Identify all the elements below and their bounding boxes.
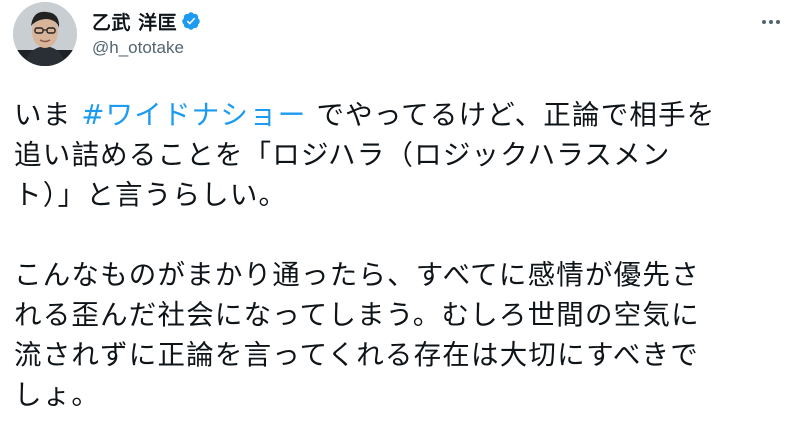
tweet: 乙武 洋匡 @h_ototake いま #ワイドナショー でやってるけど、正論で… bbox=[0, 0, 800, 428]
more-dot bbox=[776, 20, 780, 24]
text-line: 流されずに正論を言ってくれる存在は大切にすべきで bbox=[14, 339, 699, 371]
author-block: 乙武 洋匡 @h_ototake bbox=[92, 8, 201, 58]
more-dot bbox=[769, 20, 773, 24]
text-line: れる歪んだ社会になってしまう。むしろ世間の空気に bbox=[14, 299, 700, 331]
tweet-paragraph-2: こんなものがまかり通ったら、すべてに感情が優先さ れる歪んだ社会になってしまう。… bbox=[14, 255, 790, 415]
more-dot bbox=[762, 20, 766, 24]
text-line: いま #ワイドナショー でやってるけど、正論で相手を bbox=[14, 99, 716, 131]
profile-photo bbox=[13, 2, 77, 66]
text-line: ト）」と言うらしい。 bbox=[14, 179, 288, 211]
text-line: 追い詰めることを「ロジハラ（ロジックハラスメン bbox=[14, 139, 671, 171]
user-handle[interactable]: @h_ototake bbox=[92, 38, 201, 58]
display-name[interactable]: 乙武 洋匡 bbox=[92, 8, 177, 35]
text-line: こんなものがまかり通ったら、すべてに感情が優先さ bbox=[14, 259, 700, 291]
verified-badge-icon bbox=[181, 11, 201, 31]
name-row: 乙武 洋匡 bbox=[92, 8, 201, 34]
tweet-text: いま #ワイドナショー でやってるけど、正論で相手を 追い詰めることを「ロジハラ… bbox=[14, 95, 790, 415]
avatar[interactable] bbox=[13, 2, 77, 66]
text-line: しょ。 bbox=[14, 379, 101, 411]
tweet-paragraph-1: いま #ワイドナショー でやってるけど、正論で相手を 追い詰めることを「ロジハラ… bbox=[14, 95, 790, 215]
more-options-icon[interactable] bbox=[756, 12, 786, 32]
text-segment: いま bbox=[14, 99, 82, 131]
text-segment: でやってるけど、正論で相手を bbox=[306, 99, 716, 131]
hashtag-link[interactable]: #ワイドナショー bbox=[81, 99, 306, 131]
